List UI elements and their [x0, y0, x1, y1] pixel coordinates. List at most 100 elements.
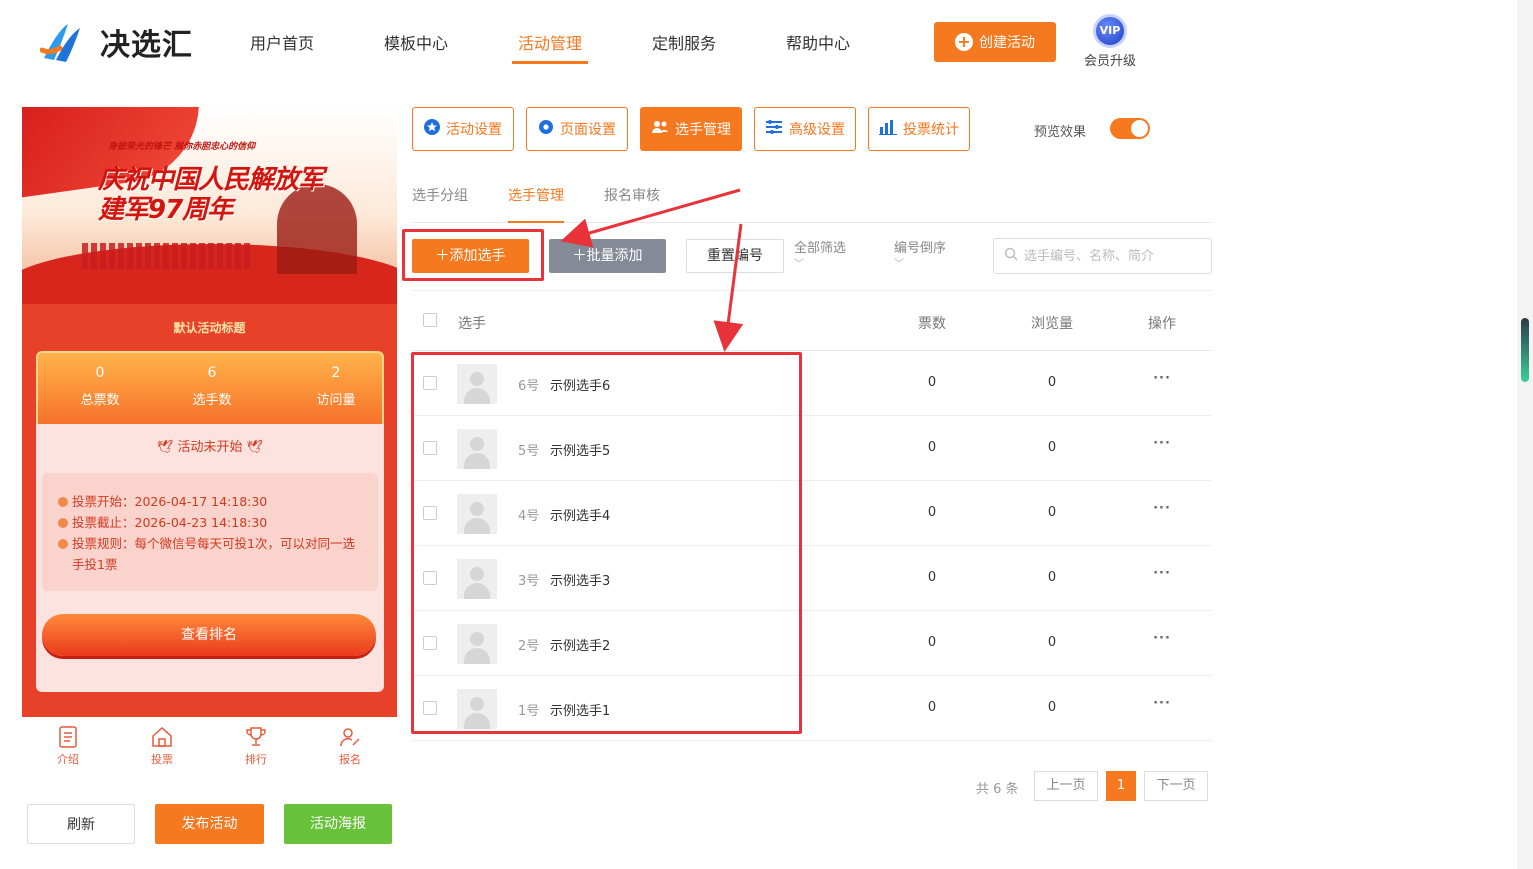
search-input[interactable] — [1024, 248, 1204, 264]
player-name: 示例选手3 — [550, 574, 611, 589]
select-all-checkbox[interactable] — [423, 313, 437, 327]
tab-player-management[interactable]: 选手管理 — [640, 107, 742, 151]
tab-label: 投票 — [151, 753, 173, 766]
tab-signup[interactable]: 报名 — [320, 725, 380, 767]
page-number-current[interactable]: 1 — [1106, 771, 1136, 801]
row-checkbox[interactable] — [423, 376, 437, 390]
subtab-player-management[interactable]: 选手管理 — [508, 185, 564, 223]
player-votes: 0 — [927, 570, 937, 585]
prev-page-button[interactable]: 上一页 — [1034, 771, 1098, 801]
tab-vote-statistics[interactable]: 投票统计 — [868, 107, 970, 151]
filter-dropdown[interactable]: 全部筛选 ﹀ — [794, 241, 846, 273]
nav-templates[interactable]: 模板中心 — [384, 30, 448, 64]
mobile-preview: 身披荣光的锋芒 展你赤胆忠心的信仰 庆祝中国人民解放军 建军97周年 默认活动标… — [22, 107, 397, 717]
page-scrollbar[interactable] — [1517, 0, 1533, 869]
subtab-signup-review[interactable]: 报名审核 — [604, 185, 660, 223]
next-page-button[interactable]: 下一页 — [1144, 771, 1208, 801]
add-player-button[interactable]: ＋添加选手 — [412, 239, 529, 273]
avatar — [457, 494, 497, 534]
activity-status: 🕊 活动未开始 🕊 — [36, 436, 384, 455]
player-views: 0 — [1047, 700, 1057, 715]
nav-custom-service[interactable]: 定制服务 — [652, 30, 716, 64]
gear-icon — [538, 119, 554, 139]
player-votes: 0 — [927, 700, 937, 715]
subtab-player-groups[interactable]: 选手分组 — [412, 185, 468, 223]
player-votes: 0 — [927, 375, 937, 390]
row-checkbox[interactable] — [423, 636, 437, 650]
view-ranking-button[interactable]: 查看排名 — [42, 614, 376, 656]
plus-icon: ＋ — [572, 248, 587, 264]
avatar — [457, 624, 497, 664]
table-row: 4号 示例选手4 0 0 ··· — [412, 481, 1212, 546]
activity-title: 默认活动标题 — [173, 321, 246, 335]
player-views: 0 — [1047, 505, 1057, 520]
sort-dropdown-label: 编号倒序 — [894, 241, 947, 256]
header-views: 浏览量 — [1031, 316, 1073, 332]
player-votes: 0 — [927, 505, 937, 520]
player-number: 3号 — [518, 574, 540, 589]
brand-name: 决选汇 — [100, 28, 193, 63]
tab-label: 页面设置 — [560, 122, 616, 138]
refresh-button[interactable]: 刷新 — [27, 804, 135, 844]
nav-home[interactable]: 用户首页 — [250, 30, 314, 64]
more-actions-icon[interactable]: ··· — [1152, 436, 1172, 451]
tab-label: 高级设置 — [789, 122, 845, 138]
tab-activity-settings[interactable]: 活动设置 — [412, 107, 514, 151]
vip-upgrade[interactable]: VIP 会员升级 — [1078, 14, 1142, 69]
tab-intro[interactable]: 介绍 — [38, 725, 98, 767]
more-actions-icon[interactable]: ··· — [1152, 696, 1172, 711]
more-actions-icon[interactable]: ··· — [1152, 631, 1172, 646]
top-header: 决选汇 用户首页 模板中心 活动管理 定制服务 帮助中心 + 创建活动 VIP … — [0, 0, 1517, 88]
tab-ranking[interactable]: 排行 — [226, 725, 286, 767]
table-row: 1号 示例选手1 0 0 ··· — [412, 676, 1212, 741]
tab-page-settings[interactable]: 页面设置 — [526, 107, 628, 151]
more-actions-icon[interactable]: ··· — [1152, 566, 1172, 581]
preview-effect-toggle[interactable] — [1110, 118, 1150, 139]
tab-label: 介绍 — [57, 753, 79, 766]
batch-add-button[interactable]: ＋批量添加 — [549, 239, 666, 273]
tab-vote[interactable]: 投票 — [132, 725, 192, 767]
more-actions-icon[interactable]: ··· — [1152, 371, 1172, 386]
pagination-total: 共 6 条 — [976, 782, 1019, 797]
sort-dropdown[interactable]: 编号倒序 ﹀ — [894, 241, 946, 273]
player-search — [993, 238, 1212, 274]
header-player: 选手 — [458, 316, 486, 332]
avatar — [457, 364, 497, 404]
row-checkbox[interactable] — [423, 571, 437, 585]
player-name: 示例选手1 — [550, 704, 611, 719]
tab-advanced-settings[interactable]: 高级设置 — [754, 107, 856, 151]
row-checkbox[interactable] — [423, 506, 437, 520]
chevron-down-icon: ﹀ — [794, 259, 804, 270]
dove-icon: 🕊 — [156, 440, 174, 455]
row-checkbox[interactable] — [423, 701, 437, 715]
publish-activity-button[interactable]: 发布活动 — [155, 804, 264, 844]
stat-label: 总票数 — [80, 393, 120, 408]
reset-numbering-button[interactable]: 重置编号 — [686, 239, 784, 273]
player-name: 示例选手2 — [550, 639, 611, 654]
create-activity-button[interactable]: + 创建活动 — [934, 22, 1056, 62]
stats-card: 0 总票数 6 选手数 2 访问量 — [36, 351, 384, 426]
trophy-icon — [246, 727, 266, 746]
player-name: 示例选手4 — [550, 509, 611, 524]
dove-icon: 🕊 — [246, 440, 264, 455]
stat-value: 2 — [331, 365, 341, 381]
nav-activity-management[interactable]: 活动管理 — [512, 30, 589, 64]
player-views: 0 — [1047, 440, 1057, 455]
preview-effect-label: 预览效果 — [1034, 125, 1087, 140]
player-number: 4号 — [518, 509, 540, 524]
row-checkbox[interactable] — [423, 441, 437, 455]
player-subtabs: 选手分组 选手管理 报名审核 — [412, 185, 1212, 223]
avatar — [457, 429, 497, 469]
tab-label: 活动设置 — [446, 122, 502, 138]
activity-poster-button[interactable]: 活动海报 — [284, 804, 392, 844]
scrollbar-thumb[interactable] — [1521, 318, 1529, 382]
logo[interactable]: 决选汇 — [39, 20, 193, 64]
player-name: 示例选手5 — [550, 444, 611, 459]
nav-help-center[interactable]: 帮助中心 — [786, 30, 850, 64]
filter-dropdown-label: 全部筛选 — [794, 241, 847, 256]
table-row: 3号 示例选手3 0 0 ··· — [412, 546, 1212, 611]
mobile-tabbar: 介绍 投票 排行 报名 — [22, 717, 397, 775]
more-actions-icon[interactable]: ··· — [1152, 501, 1172, 516]
bar-chart-icon — [879, 119, 897, 139]
tab-label: 投票统计 — [903, 122, 959, 138]
